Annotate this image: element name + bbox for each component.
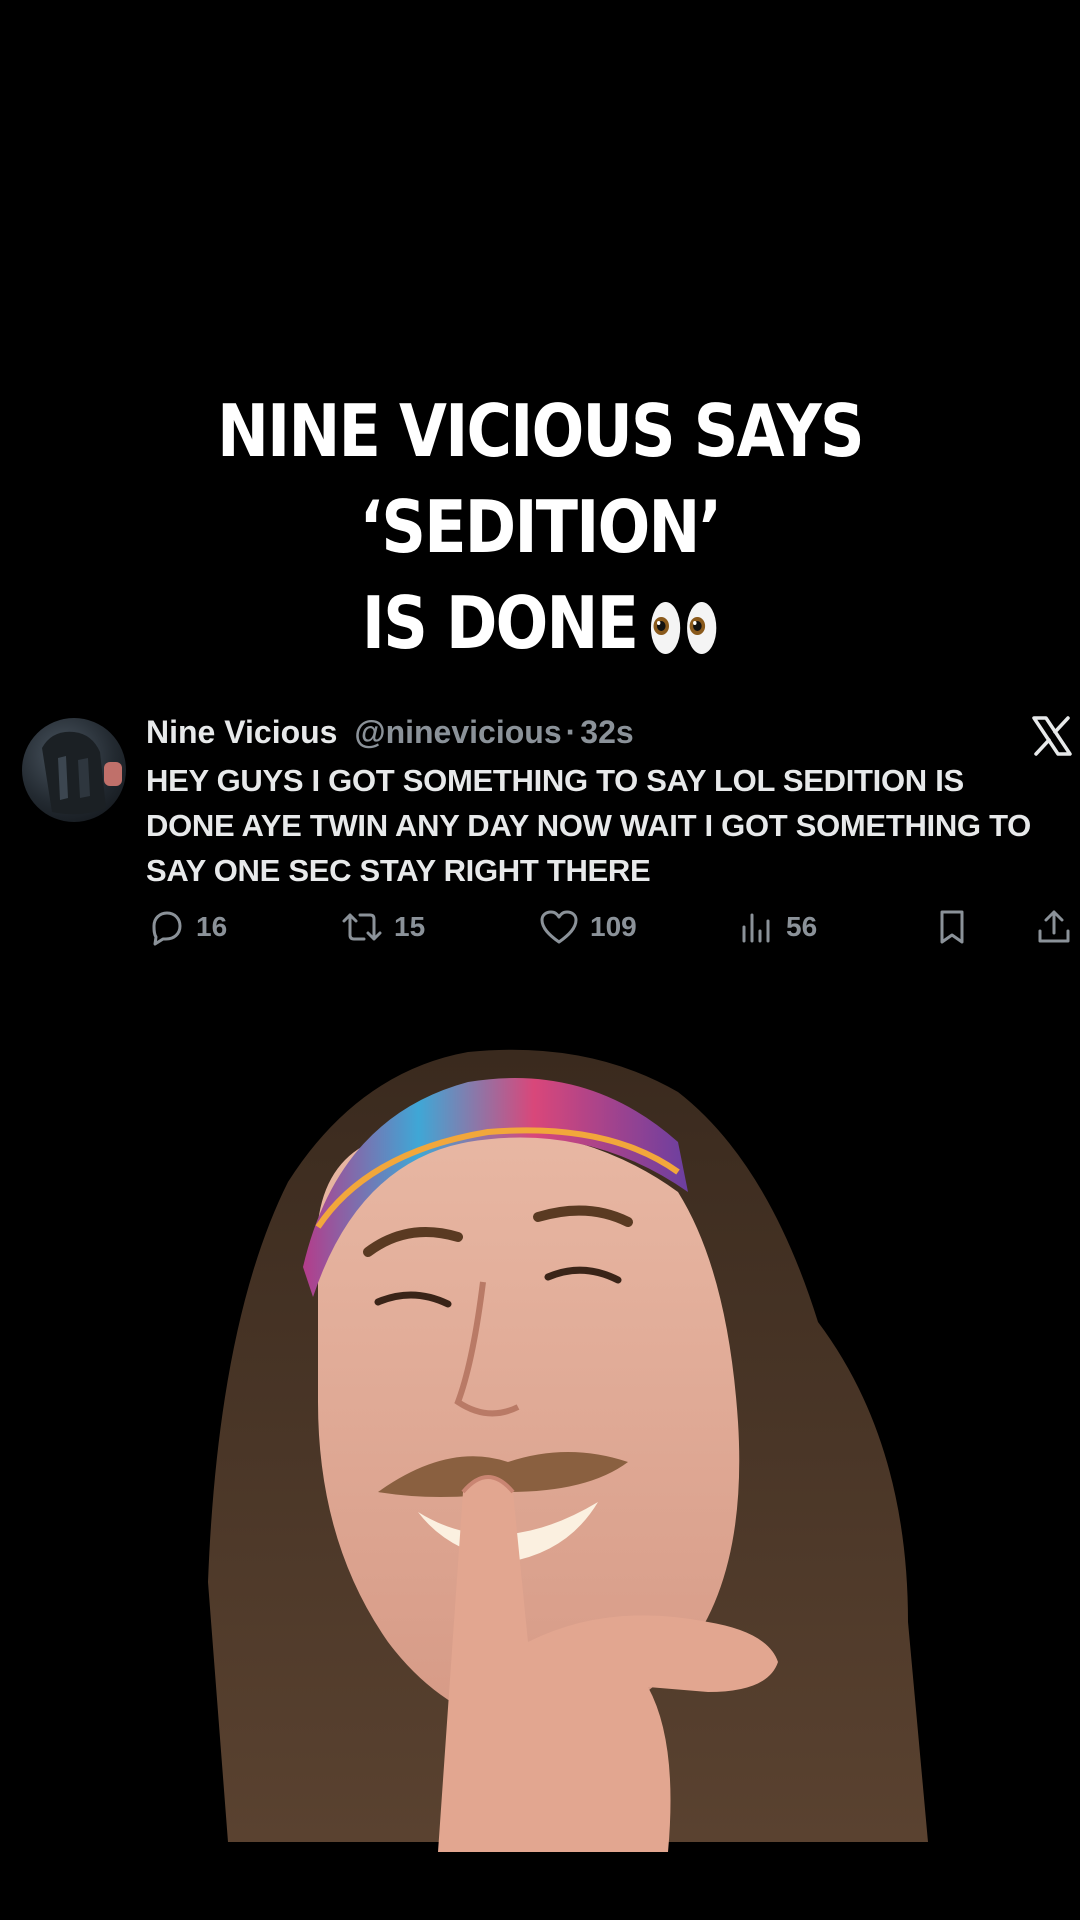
tweet-header: Nine Vicious @ninevicious · 32s — [146, 714, 634, 754]
tweet-actions: 16 15 109 56 — [146, 905, 1072, 949]
avatar[interactable] — [22, 718, 126, 822]
headline-line-2-wrap: IS DONE — [76, 575, 1005, 671]
person-photo — [208, 1022, 928, 1852]
tweet-card[interactable]: Nine Vicious @ninevicious · 32s HEY GUYS I… — [0, 700, 1080, 970]
views-chart-icon — [742, 913, 770, 943]
bookmark-icon — [940, 910, 964, 944]
eyes-emoji-icon — [649, 600, 718, 656]
bookmark-button[interactable] — [932, 905, 982, 949]
avatar-accent — [104, 762, 122, 786]
views-button[interactable]: 56 — [736, 905, 817, 949]
reply-icon — [152, 911, 182, 946]
heart-icon — [540, 910, 578, 944]
handle[interactable]: @ninevicious — [354, 714, 561, 750]
headline-line-2: IS DONE — [361, 581, 639, 665]
like-count: 109 — [590, 911, 637, 942]
repost-count: 15 — [394, 911, 426, 942]
timestamp[interactable]: 32s — [580, 714, 633, 750]
views-count: 56 — [786, 911, 818, 942]
display-name[interactable]: Nine Vicious — [146, 714, 337, 750]
share-button[interactable] — [1034, 905, 1080, 949]
like-button[interactable]: 109 — [538, 905, 637, 949]
repost-button[interactable]: 15 — [340, 905, 425, 949]
tweet-text: HEY GUYS I GOT SOMETHING TO SAY LOL SEDI… — [146, 763, 1031, 888]
repost-icon — [342, 913, 382, 941]
reply-count: 16 — [196, 911, 228, 942]
headline: NINE VICIOUS SAYS ‘SEDITION’ IS DONE — [76, 383, 1005, 671]
headline-line-1: NINE VICIOUS SAYS ‘SEDITION’ — [217, 389, 865, 569]
x-logo-icon — [1030, 714, 1074, 758]
separator: · — [565, 714, 577, 750]
share-icon — [1038, 910, 1070, 943]
reply-button[interactable]: 16 — [146, 905, 227, 949]
